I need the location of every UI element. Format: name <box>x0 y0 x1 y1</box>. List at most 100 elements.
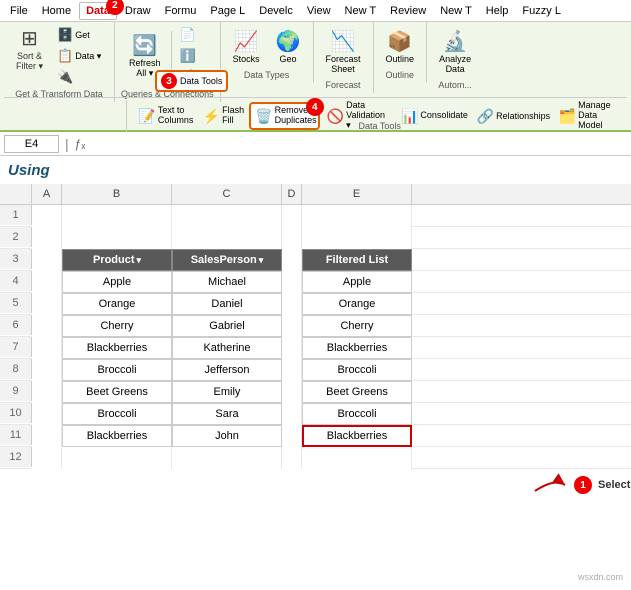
salesperson-cell[interactable]: Michael <box>172 271 282 293</box>
step1-annotation: 1 Select the range <box>530 473 631 497</box>
outline-label: Outline <box>380 70 421 80</box>
properties-btn[interactable]: ℹ️ <box>176 46 212 66</box>
col-e-header: E <box>302 184 412 204</box>
product-cell[interactable]: Apple <box>62 271 172 293</box>
col-c-header: C <box>172 184 282 204</box>
database-icon: 🗄️ <box>57 27 73 43</box>
menu-newt1[interactable]: New T <box>339 3 383 19</box>
relationships-btn[interactable]: 🔗 Relationships <box>472 102 552 130</box>
col-a-header: A <box>32 184 62 204</box>
menu-pagel[interactable]: Page L <box>204 3 251 19</box>
filtered-cell[interactable]: Broccoli <box>302 359 412 381</box>
salesperson-cell[interactable]: Emily <box>172 381 282 403</box>
menu-home[interactable]: Home <box>36 3 77 19</box>
outline-btn[interactable]: 📦 Outline <box>380 25 421 68</box>
table-row: 11 Blackberries John Blackberries <box>0 425 631 447</box>
menu-review[interactable]: Review <box>384 3 432 19</box>
product-filter-icon[interactable]: ▾ <box>137 255 142 266</box>
forecast-btn[interactable]: 📉 ForecastSheet <box>320 25 367 78</box>
queries-connections-btn[interactable]: 📄 <box>176 25 212 45</box>
salesperson-cell[interactable]: Sara <box>172 403 282 425</box>
analyze-label: Autom... <box>433 80 477 90</box>
queries-group: 🔄 RefreshAll ▾ 📄 ℹ️ 🔗 Queries & Conn <box>115 22 221 102</box>
text-to-columns-btn[interactable]: 📝 Text toColumns <box>133 102 195 130</box>
forecast-label: Forecast <box>320 80 367 90</box>
remove-duplicates-btn[interactable]: 🗑️ RemoveDuplicates 4 <box>249 102 320 130</box>
menu-data[interactable]: Data 2 <box>79 2 117 20</box>
table-row: 8 Broccoli Jefferson Broccoli <box>0 359 631 381</box>
menu-draw[interactable]: Draw <box>119 3 157 19</box>
table-row: 6 Cherry Gabriel Cherry <box>0 315 631 337</box>
menu-formu[interactable]: Formu <box>159 3 203 19</box>
filtered-cell[interactable]: Broccoli <box>302 403 412 425</box>
sort-filter-btn[interactable]: ⊞ Sort &Filter ▾ <box>10 25 49 76</box>
get-transform-group: ⊞ Sort &Filter ▾ 🗄️ Get 📋 Data ▾ 🔌 <box>4 22 115 102</box>
flash-fill-btn[interactable]: ⚡ FlashFill <box>198 102 247 130</box>
manage-data-btn[interactable]: 🗂️ ManageData Model <box>554 102 626 130</box>
filtered-cell-last[interactable]: Blackberries <box>302 425 412 447</box>
edit-links-btn[interactable]: 🔗 <box>176 67 212 87</box>
table-row: 2 <box>0 227 631 249</box>
properties-icon: ℹ️ <box>180 48 196 64</box>
analyze-icon: 🔬 <box>443 29 468 54</box>
menu-file[interactable]: File <box>4 3 34 19</box>
formula-bar: | ƒₓ <box>0 132 631 156</box>
salesperson-cell[interactable]: John <box>172 425 282 447</box>
product-cell[interactable]: Orange <box>62 293 172 315</box>
flash-fill-icon: ⚡ <box>203 108 220 125</box>
filtered-cell[interactable]: Apple <box>302 271 412 293</box>
forecast-group: 📉 ForecastSheet Forecast <box>314 22 374 93</box>
salesperson-cell[interactable]: Jefferson <box>172 359 282 381</box>
fx-label: ƒₓ <box>75 137 86 151</box>
product-cell[interactable]: Broccoli <box>62 359 172 381</box>
table-row: 5 Orange Daniel Orange <box>0 293 631 315</box>
arrow-icon <box>530 473 570 497</box>
filtered-list-header: Filtered List <box>302 249 412 271</box>
table-row: 10 Broccoli Sara Broccoli <box>0 403 631 425</box>
analyze-group: 🔬 AnalyzeData Autom... <box>427 22 483 93</box>
formula-input[interactable] <box>93 138 627 150</box>
table-row: 4 Apple Michael Apple <box>0 271 631 293</box>
refresh-all-btn[interactable]: 🔄 RefreshAll ▾ <box>123 29 167 83</box>
connections-icon: 🔌 <box>57 69 73 85</box>
get-data2-btn[interactable]: 📋 Data ▾ <box>53 46 108 66</box>
get-data-btn[interactable]: 🗄️ Get <box>53 25 108 45</box>
consolidate-btn[interactable]: 📊 Consolidate <box>396 102 470 130</box>
menu-view[interactable]: View <box>301 3 337 19</box>
step4-badge: 4 <box>306 98 324 116</box>
stocks-btn[interactable]: 📈 Stocks <box>227 25 266 68</box>
geo-btn[interactable]: 🌍 Geo <box>270 25 307 68</box>
data-types-group: 📈 Stocks 🌍 Geo Data Types <box>221 22 314 83</box>
consolidate-icon: 📊 <box>401 108 418 125</box>
name-box[interactable] <box>4 135 59 153</box>
salesperson-cell[interactable]: Katherine <box>172 337 282 359</box>
analyze-btn[interactable]: 🔬 AnalyzeData <box>433 25 477 78</box>
product-cell[interactable]: Blackberries <box>62 425 172 447</box>
product-cell[interactable]: Cherry <box>62 315 172 337</box>
menu-develc[interactable]: Develc <box>253 3 299 19</box>
menu-newt2[interactable]: New T <box>434 3 478 19</box>
col-b-header: B <box>62 184 172 204</box>
rel-icon: 🔗 <box>477 108 494 125</box>
manage-icon: 🗂️ <box>559 108 576 125</box>
product-cell[interactable]: Beet Greens <box>62 381 172 403</box>
product-cell[interactable]: Broccoli <box>62 403 172 425</box>
get-data3-btn[interactable]: 🔌 <box>53 67 108 87</box>
filtered-cell[interactable]: Blackberries <box>302 337 412 359</box>
menu-fuzzy[interactable]: Fuzzy L <box>516 3 567 19</box>
product-cell[interactable]: Blackberries <box>62 337 172 359</box>
menu-help[interactable]: Help <box>480 3 515 19</box>
salesperson-cell[interactable]: Daniel <box>172 293 282 315</box>
corner-cell <box>0 184 32 204</box>
data-types-label: Data Types <box>227 70 307 80</box>
outline-icon: 📦 <box>387 29 412 54</box>
data-tools-label: Data Tools <box>359 121 401 131</box>
filtered-cell[interactable]: Orange <box>302 293 412 315</box>
step1-badge: 1 <box>574 476 592 494</box>
filtered-cell[interactable]: Cherry <box>302 315 412 337</box>
salesperson-filter-icon[interactable]: ▾ <box>259 255 264 266</box>
salesperson-cell[interactable]: Gabriel <box>172 315 282 337</box>
filtered-cell[interactable]: Beet Greens <box>302 381 412 403</box>
salesperson-header: SalesPerson ▾ <box>172 249 282 271</box>
menu-bar: File Home Data 2 Draw Formu Page L Devel… <box>0 0 631 22</box>
